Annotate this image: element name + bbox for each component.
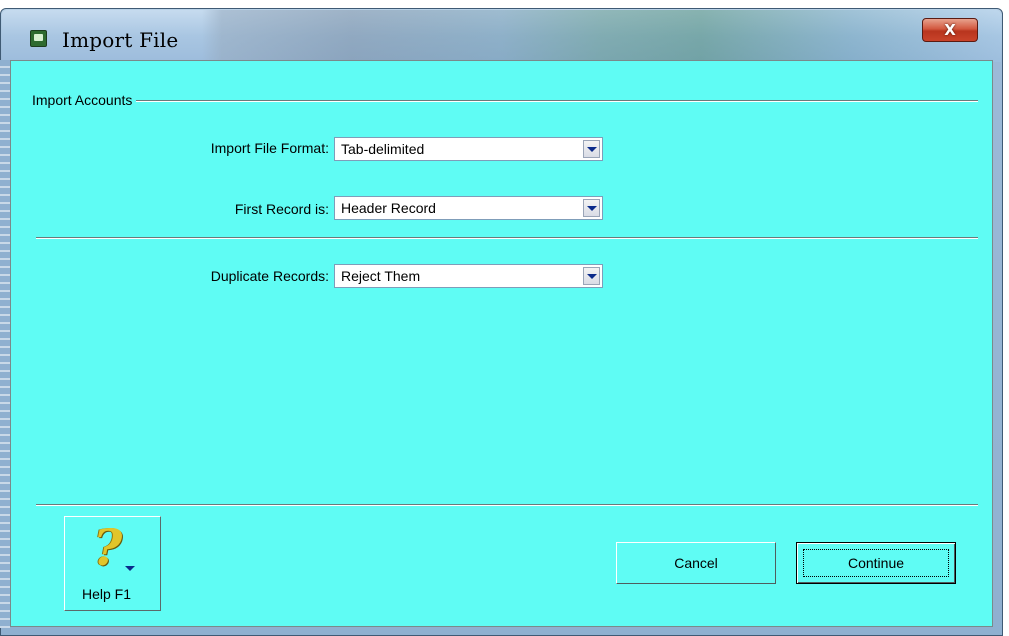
group-label-import-accounts: Import Accounts <box>32 92 137 108</box>
import-format-value: Tab-delimited <box>341 141 425 157</box>
footer-divider <box>36 504 978 506</box>
first-record-select[interactable]: Header Record <box>334 196 603 220</box>
cancel-button[interactable]: Cancel <box>616 542 776 584</box>
chevron-down-icon <box>125 566 135 571</box>
chevron-down-icon[interactable] <box>583 267 600 285</box>
section-divider <box>36 237 978 239</box>
help-button[interactable]: ? Help F1 <box>64 516 161 611</box>
close-button[interactable]: X <box>922 18 978 42</box>
import-format-label: Import File Format: <box>210 140 329 156</box>
close-icon: X <box>944 21 956 39</box>
help-button-label: Help F1 <box>82 586 132 602</box>
app-window-icon <box>30 30 47 47</box>
import-file-dialog: Import File X Import Accounts Import Fil… <box>0 0 1009 636</box>
title-bar[interactable]: Import File X <box>2 10 1001 62</box>
duplicate-records-label: Duplicate Records: <box>210 268 329 284</box>
cancel-button-label: Cancel <box>674 555 718 571</box>
duplicate-records-select[interactable]: Reject Them <box>334 264 603 288</box>
chevron-down-icon[interactable] <box>583 199 600 217</box>
window-left-border <box>0 60 10 628</box>
window-title: Import File <box>62 28 179 52</box>
question-mark-icon: ? <box>93 518 123 577</box>
first-record-label: First Record is: <box>234 201 329 217</box>
chevron-down-icon[interactable] <box>583 140 600 158</box>
import-format-select[interactable]: Tab-delimited <box>334 137 603 161</box>
focus-rectangle <box>803 549 949 577</box>
continue-button[interactable]: Continue <box>796 542 956 584</box>
group-divider <box>36 100 978 102</box>
duplicate-records-value: Reject Them <box>341 268 421 284</box>
first-record-value: Header Record <box>341 200 436 216</box>
